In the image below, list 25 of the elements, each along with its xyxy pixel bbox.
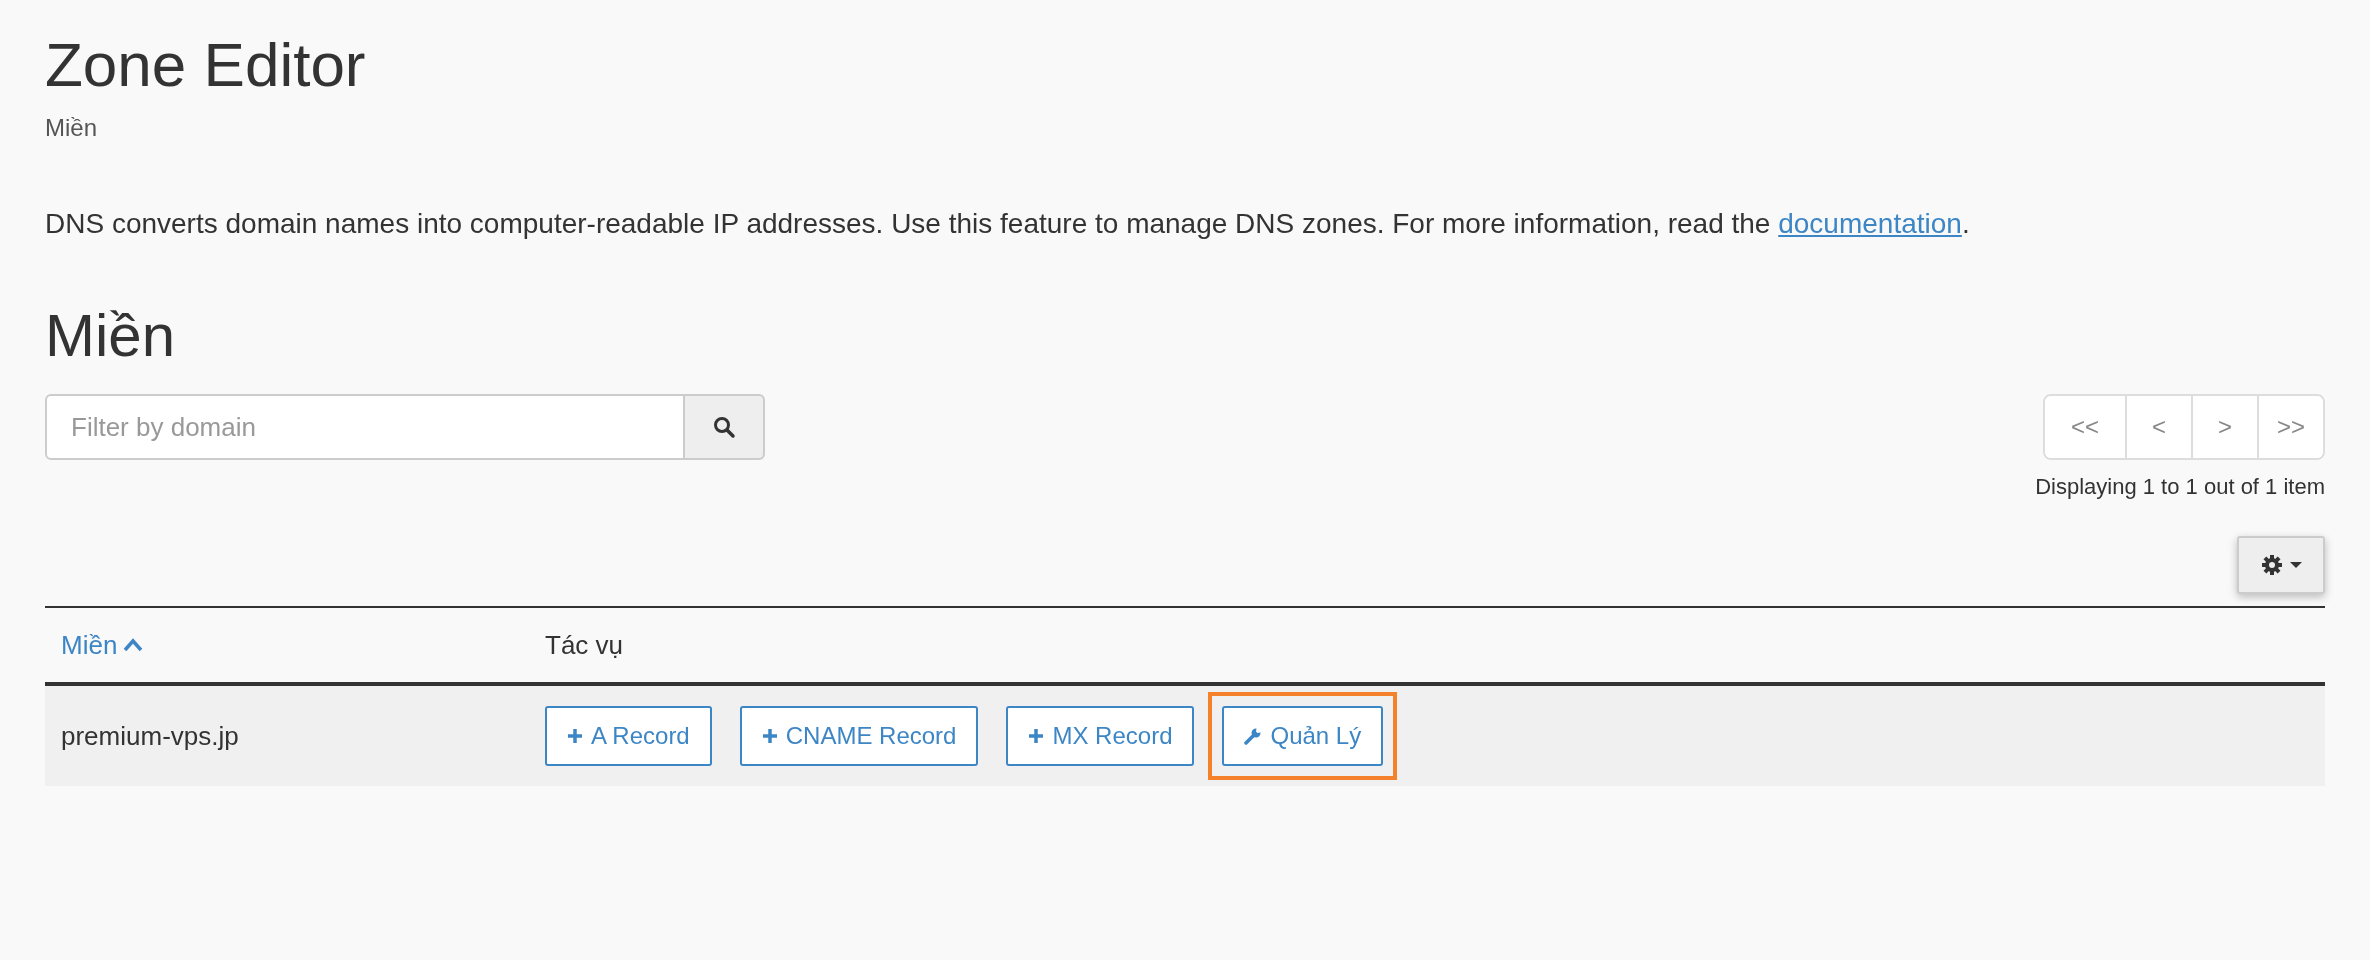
action-button[interactable]: Quản Lý bbox=[1222, 706, 1384, 767]
action-button[interactable]: A Record bbox=[545, 706, 712, 767]
domain-cell: premium-vps.jp bbox=[61, 720, 239, 751]
pagination-summary: Displaying 1 to 1 out of 1 item bbox=[2035, 474, 2325, 501]
sort-ascending-icon bbox=[123, 638, 144, 653]
action-button[interactable]: CNAME Record bbox=[739, 706, 979, 767]
search-button[interactable] bbox=[685, 394, 765, 461]
documentation-link[interactable]: documentation bbox=[1778, 208, 1962, 240]
caret-icon bbox=[2290, 561, 2302, 570]
pagination-button[interactable]: >> bbox=[2257, 396, 2323, 459]
plus-icon bbox=[761, 728, 778, 745]
column-sort-link[interactable]: Miền bbox=[61, 629, 144, 661]
page-subtitle: Miền bbox=[45, 114, 99, 143]
settings-icon bbox=[2260, 553, 2284, 578]
plus-icon bbox=[567, 728, 583, 745]
search-field[interactable]: Filter by domain bbox=[45, 394, 685, 461]
search-icon bbox=[712, 415, 736, 440]
plus-icon bbox=[1028, 728, 1045, 745]
section-heading: Miền bbox=[45, 301, 177, 372]
intro-paragraph: DNS converts domain names into computer-readable IP addresses. Use this feature to manage DNS zones. For more information, read the documentation. bbox=[45, 208, 1971, 241]
page-title: Zone Editor bbox=[45, 29, 367, 101]
settings-dropdown-button[interactable] bbox=[2237, 536, 2325, 595]
wrench-icon bbox=[1244, 727, 1263, 746]
action-button[interactable]: MX Record bbox=[1006, 706, 1195, 767]
column-header: Tác vụ bbox=[545, 629, 624, 660]
